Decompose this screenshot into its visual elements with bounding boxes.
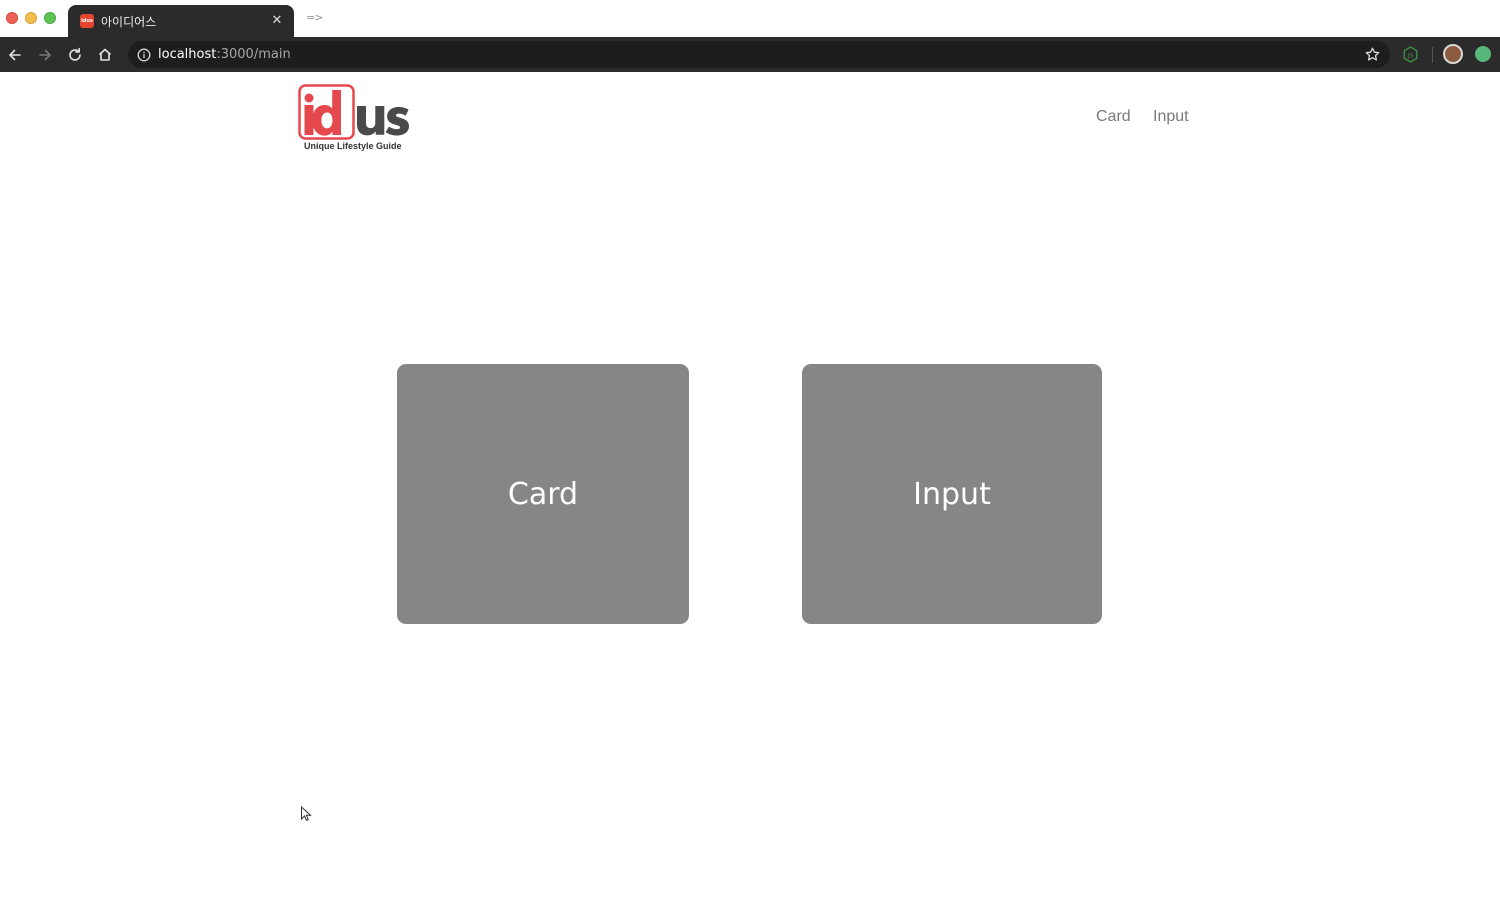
forward-arrow-icon[interactable] [35,45,55,65]
input-tile[interactable]: Input [802,364,1102,624]
nodejs-extension-icon[interactable]: JS [1401,45,1420,64]
star-icon[interactable] [1364,46,1381,63]
profile-extension-icon[interactable] [1475,46,1491,62]
card-tile[interactable]: Card [397,364,689,624]
logo-tagline: Unique Lifestyle Guide [304,141,402,151]
minimize-window-button[interactable] [25,12,37,24]
info-icon[interactable] [137,47,151,62]
input-tile-label: Input [913,476,991,512]
page-content: Unique Lifestyle Guide Card Input Card I… [0,72,1500,912]
browser-chrome: idus 아이디어스 ✕ => localhost:3000/main JS [0,0,1500,72]
nav-link-input[interactable]: Input [1153,108,1189,126]
card-tile-label: Card [507,476,579,512]
reload-icon[interactable] [65,45,85,65]
close-window-button[interactable] [6,12,18,24]
browser-toolbar: localhost:3000/main JS [0,37,1500,72]
toolbar-divider [1432,47,1433,63]
user-avatar[interactable] [1443,44,1463,64]
mouse-cursor-icon [300,805,312,822]
maximize-window-button[interactable] [44,12,56,24]
url-text[interactable]: localhost:3000/main [158,47,291,62]
back-arrow-icon[interactable] [5,45,25,65]
idus-logo-mark [298,84,409,140]
tab-title: 아이디어스 [101,15,157,29]
tab-strip: idus 아이디어스 ✕ => [0,0,1500,37]
url-path: :3000/main [216,47,291,62]
browser-tab-active[interactable]: idus 아이디어스 ✕ [68,5,294,37]
idus-logo[interactable]: Unique Lifestyle Guide [298,84,420,154]
address-bar[interactable]: localhost:3000/main [128,41,1390,68]
new-tab-icon[interactable]: => [306,11,323,24]
home-icon[interactable] [95,45,115,65]
tab-close-icon[interactable]: ✕ [269,13,285,29]
idus-favicon-icon: idus [80,14,94,28]
svg-text:JS: JS [1407,52,1414,59]
url-host: localhost [158,47,217,62]
nav-link-card[interactable]: Card [1096,108,1131,126]
